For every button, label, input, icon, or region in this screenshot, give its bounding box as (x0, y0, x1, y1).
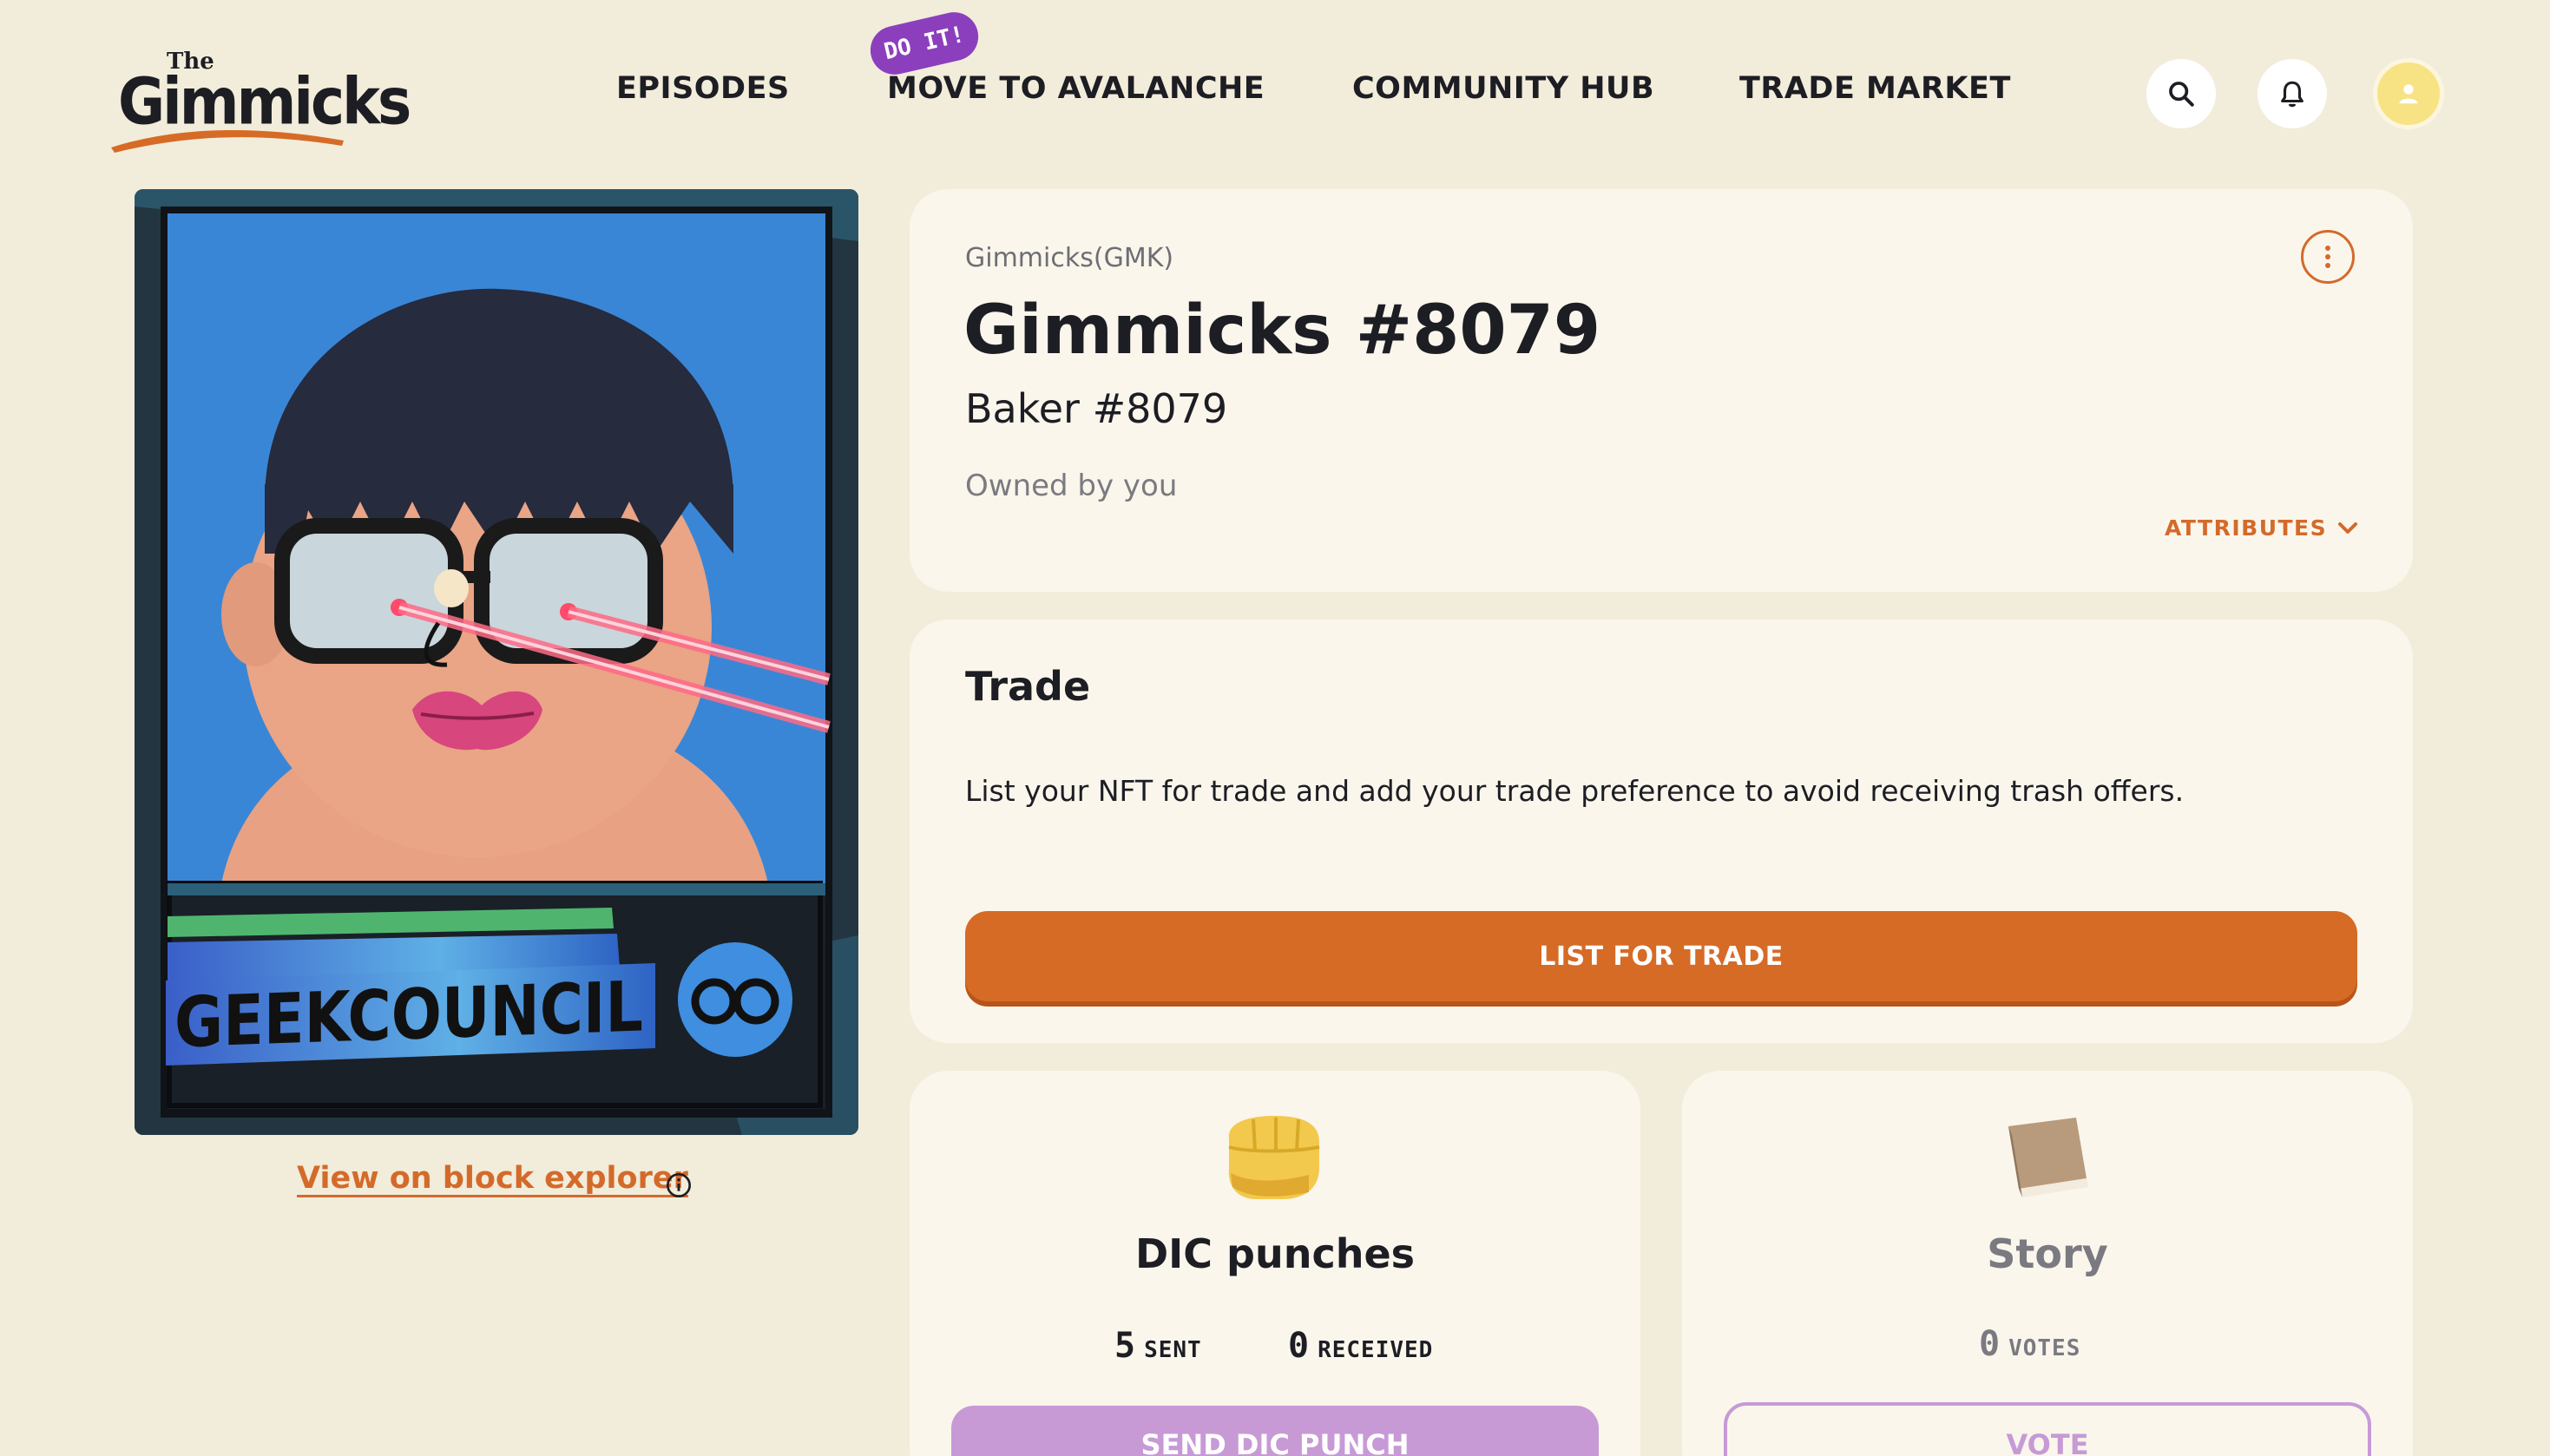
avatar[interactable] (2373, 58, 2444, 129)
story-votes-stat: 0 VOTES (1979, 1324, 2080, 1364)
book-icon (2008, 1118, 2088, 1197)
attributes-toggle[interactable]: ATTRIBUTES (2165, 515, 2358, 541)
received-label: RECEIVED (1318, 1337, 1434, 1363)
card-banner-text: GEEKCOUNCIL (174, 967, 643, 1064)
story-title: Story (1987, 1230, 2108, 1277)
fist-icon (1228, 1116, 1320, 1199)
trade-heading: Trade (965, 663, 1091, 710)
sent-count: 5 (1114, 1326, 1136, 1366)
list-for-trade-button[interactable]: LIST FOR TRADE (965, 911, 2357, 1001)
more-vertical-icon (2325, 246, 2330, 268)
search-icon (2169, 82, 2194, 107)
notifications-button[interactable] (2258, 59, 2327, 128)
nav-community-hub[interactable]: COMMUNITY HUB (1352, 71, 1654, 106)
attributes-label: ATTRIBUTES (2165, 515, 2328, 541)
do-it-badge: DO IT! (865, 7, 983, 80)
chevron-down-icon (2338, 521, 2358, 534)
trade-description: List your NFT for trade and add your tra… (965, 774, 2185, 808)
vote-button[interactable]: VOTE (1724, 1402, 2371, 1456)
search-button[interactable] (2146, 59, 2216, 128)
more-options-button[interactable] (2301, 230, 2355, 284)
nft-title: Gimmicks #8079 (963, 292, 1601, 370)
block-explorer-link[interactable]: View on block explorer (297, 1161, 688, 1196)
dic-punches-title: DIC punches (1134, 1230, 1416, 1277)
info-icon[interactable] (665, 1171, 693, 1199)
nav-move-to-avalanche[interactable]: MOVE TO AVALANCHE (887, 71, 1265, 106)
bell-icon (2281, 81, 2304, 108)
nft-artwork: GEEKCOUNCIL (135, 189, 858, 1135)
votes-count: 0 (1979, 1324, 2001, 1364)
nft-subtitle: Baker #8079 (965, 385, 1228, 432)
nav-episodes[interactable]: EPISODES (616, 71, 790, 106)
punches-received-stat: 0 RECEIVED (1288, 1326, 1433, 1366)
nft-card-image: GEEKCOUNCIL (135, 189, 858, 1135)
owner-text: Owned by you (965, 469, 1178, 503)
received-count: 0 (1288, 1326, 1310, 1366)
collection-name[interactable]: Gimmicks(GMK) (965, 243, 1173, 273)
logo[interactable]: The Gimmicks (108, 45, 411, 153)
punches-sent-stat: 5 SENT (1114, 1326, 1202, 1366)
logo-swoosh-icon (111, 130, 344, 153)
sent-label: SENT (1144, 1337, 1202, 1363)
nav-trade-market[interactable]: TRADE MARKET (1739, 71, 2011, 106)
send-dic-punch-button[interactable]: SEND DIC PUNCH (951, 1406, 1599, 1456)
votes-label: VOTES (2008, 1335, 2081, 1361)
user-icon (2399, 84, 2418, 104)
